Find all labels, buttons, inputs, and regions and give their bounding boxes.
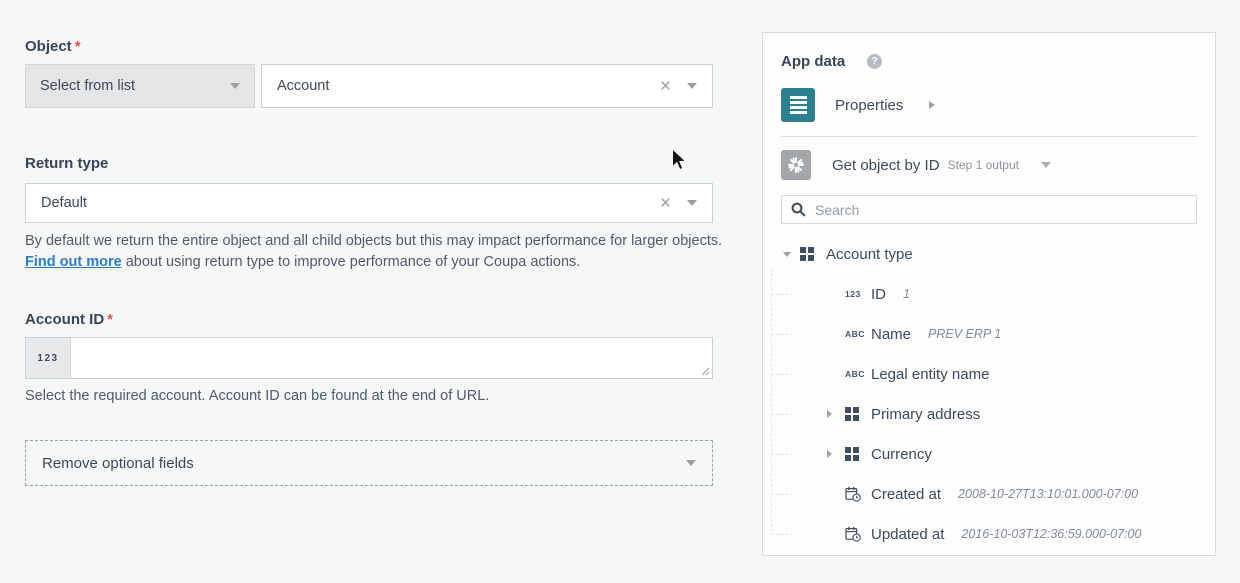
return-type-value-text: Default — [41, 195, 87, 211]
type-icon-slot: ABC — [845, 329, 871, 339]
number-type-prefix-icon: 123 — [26, 338, 71, 378]
help-icon[interactable]: ? — [867, 54, 882, 69]
tree-item-label: Account type — [826, 246, 913, 263]
return-type-help-text: By default we return the entire object a… — [25, 231, 725, 273]
number-type-icon: 123 — [845, 289, 861, 299]
step-output-source-item[interactable]: Get object by ID Step 1 output — [781, 150, 1197, 180]
app-data-title: App data — [781, 53, 845, 70]
app-data-panel: App data ? Properties Get object by ID S… — [762, 32, 1216, 556]
string-type-icon: ABC — [845, 329, 865, 339]
type-icon-slot: 123 — [845, 289, 871, 299]
tree-item-label: Name — [871, 326, 911, 343]
object-field-row: Select from list Account × — [25, 64, 713, 108]
tree-item-name[interactable]: ABC Name PREV ERP 1 — [781, 314, 1197, 354]
tree-item-label: Legal entity name — [871, 366, 989, 383]
tree-item-id[interactable]: 123 ID 1 — [781, 274, 1197, 314]
remove-optional-fields-label: Remove optional fields — [42, 455, 194, 472]
app-data-header: App data ? — [781, 53, 1197, 70]
account-id-field: 123 — [25, 337, 713, 379]
string-type-icon: ABC — [845, 369, 865, 379]
chevron-right-icon — [929, 101, 935, 109]
caret-expanded-icon[interactable] — [783, 252, 791, 257]
tree-item-label: Created at — [871, 486, 941, 503]
chevron-down-icon — [230, 83, 240, 89]
tree-item-value: 1 — [903, 287, 910, 301]
tree-item-primary-address[interactable]: Primary address — [781, 394, 1197, 434]
chevron-down-icon[interactable] — [687, 200, 697, 206]
required-asterisk: * — [75, 38, 81, 55]
tree-item-account-type[interactable]: Account type — [781, 234, 1197, 274]
type-icon-slot — [800, 247, 826, 261]
properties-label: Properties — [835, 97, 903, 114]
chevron-down-icon — [686, 460, 696, 466]
tree-item-currency[interactable]: Currency — [781, 434, 1197, 474]
tree-item-value: PREV ERP 1 — [928, 327, 1001, 341]
clear-icon[interactable]: × — [660, 194, 671, 213]
return-type-combobox[interactable]: Default × — [25, 183, 713, 223]
schema-tree: Account type 123 ID 1 ABC Name PREV ERP … — [781, 234, 1197, 554]
schema-search-box — [781, 195, 1197, 224]
calendar-clock-icon — [845, 486, 861, 502]
type-icon-slot — [845, 407, 871, 421]
clear-icon[interactable]: × — [660, 77, 671, 96]
return-type-field-row: Default × — [25, 183, 713, 223]
properties-list-icon — [781, 88, 815, 122]
step-source-meta: Step 1 output — [948, 158, 1019, 172]
resize-handle-icon[interactable] — [701, 367, 710, 376]
remove-optional-fields-dropdown[interactable]: Remove optional fields — [25, 440, 713, 486]
object-value-combobox[interactable]: Account × — [261, 64, 713, 108]
account-id-label-text: Account ID — [25, 311, 104, 328]
caret-collapsed-icon[interactable] — [827, 410, 832, 418]
caret-collapsed-icon[interactable] — [827, 450, 832, 458]
search-input[interactable] — [815, 202, 1187, 218]
object-label-text: Object — [25, 38, 72, 55]
properties-source-item[interactable]: Properties — [781, 88, 1197, 122]
mouse-cursor — [671, 148, 689, 174]
chevron-down-icon[interactable] — [1041, 162, 1051, 168]
object-type-icon — [845, 407, 859, 421]
object-value-text: Account — [277, 78, 329, 94]
help-line-2: about using return type to improve perfo… — [126, 254, 581, 270]
step-source-label: Get object by ID — [832, 157, 940, 174]
tree-item-value: 2016-10-03T12:36:59.000-07:00 — [961, 527, 1141, 541]
tree-item-label: Updated at — [871, 526, 944, 543]
object-field-label: Object* — [25, 38, 81, 55]
tree-item-legal-entity-name[interactable]: ABC Legal entity name — [781, 354, 1197, 394]
return-type-label: Return type — [25, 155, 108, 172]
help-line-1: By default we return the entire object a… — [25, 233, 722, 249]
object-type-icon — [845, 447, 859, 461]
type-icon-slot — [845, 447, 871, 461]
account-id-field-label: Account ID* — [25, 311, 113, 328]
type-icon-slot: ABC — [845, 369, 871, 379]
tree-item-updated-at[interactable]: Updated at 2016-10-03T12:36:59.000-07:00 — [781, 514, 1197, 554]
find-out-more-link[interactable]: Find out more — [25, 254, 122, 270]
tree-item-label: Currency — [871, 446, 932, 463]
type-icon-slot — [845, 526, 871, 542]
tree-item-label: ID — [871, 286, 886, 303]
required-asterisk: * — [107, 311, 113, 328]
panel-divider — [781, 136, 1197, 137]
calendar-clock-icon — [845, 526, 861, 542]
object-type-icon — [800, 247, 814, 261]
tree-item-value: 2008-10-27T13:10:01.000-07:00 — [958, 487, 1138, 501]
type-icon-slot — [845, 486, 871, 502]
select-from-list-label: Select from list — [40, 78, 135, 94]
tree-item-created-at[interactable]: Created at 2008-10-27T13:10:01.000-07:00 — [781, 474, 1197, 514]
chevron-down-icon[interactable] — [687, 83, 697, 89]
account-id-help-text: Select the required account. Account ID … — [25, 388, 725, 404]
tree-item-label: Primary address — [871, 406, 980, 423]
search-icon — [791, 202, 806, 217]
object-source-select-button[interactable]: Select from list — [25, 64, 255, 108]
coupa-app-icon — [781, 150, 811, 180]
account-id-input[interactable] — [71, 338, 712, 378]
